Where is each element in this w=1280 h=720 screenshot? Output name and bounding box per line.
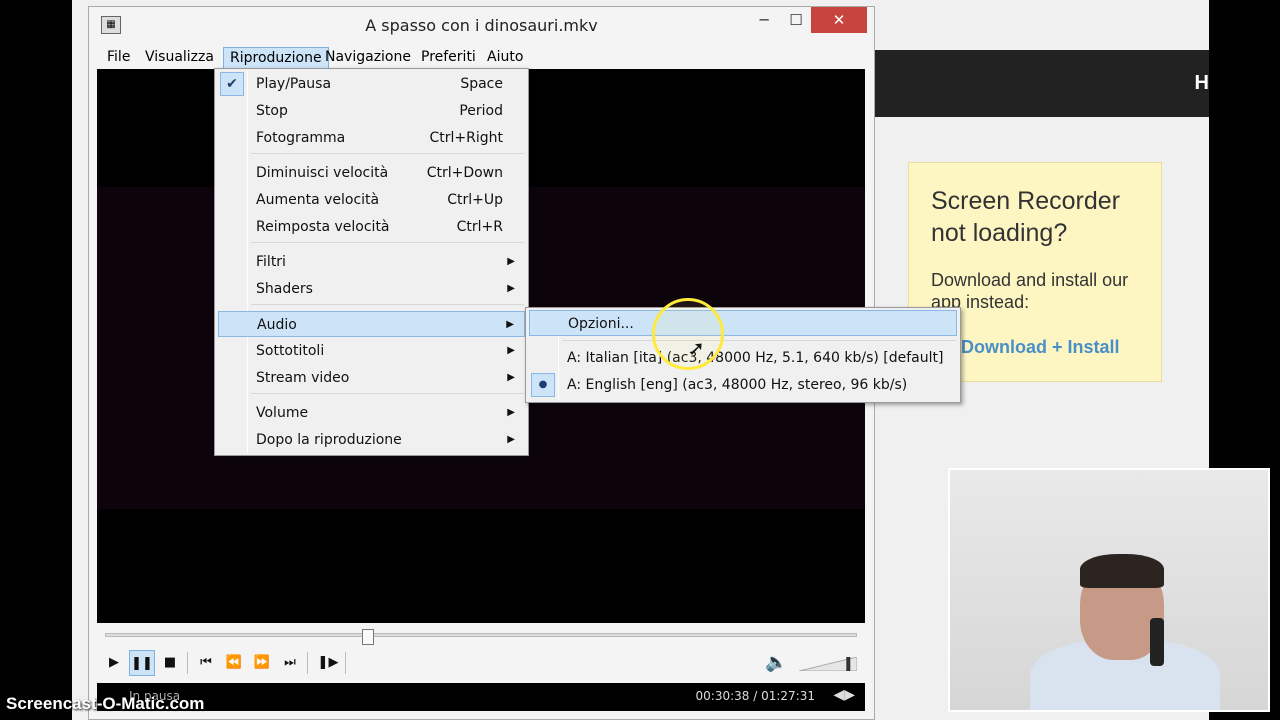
- submenu-arrow-icon: ▶: [507, 256, 515, 267]
- toolbar-divider: [345, 652, 346, 674]
- menu-item-label: Aumenta velocità: [256, 192, 380, 208]
- seek-thumb[interactable]: [362, 629, 375, 645]
- menu-item-stop[interactable]: Stop Period: [218, 98, 525, 124]
- pause-button[interactable]: ❚❚: [129, 650, 155, 676]
- play-button[interactable]: ▶: [101, 650, 127, 676]
- menu-item-label: A: Italian [ita] (ac3, 48000 Hz, 5.1, 64…: [567, 350, 944, 366]
- audio-submenu: Opzioni... A: Italian [ita] (ac3, 48000 H…: [525, 307, 961, 403]
- submenu-arrow-icon: ▶: [506, 319, 514, 330]
- menu-item-diminuisci-velocit[interactable]: Diminuisci velocità Ctrl+Down: [218, 160, 525, 186]
- phone-icon: [1150, 618, 1164, 666]
- menu-visualizza[interactable]: Visualizza: [139, 47, 220, 69]
- menu-item-filtri[interactable]: Filtri ▶: [218, 249, 525, 275]
- menu-item-label: A: English [eng] (ac3, 48000 Hz, stereo,…: [567, 377, 908, 393]
- menu-item-label: Shaders: [256, 281, 313, 297]
- mouse-pointer-icon: ➚: [688, 336, 705, 360]
- ad-download-link[interactable]: Download + Install: [961, 337, 1120, 358]
- signal-icon: ◀▶: [833, 687, 855, 703]
- menu-separator: [251, 242, 524, 243]
- menu-riproduzione[interactable]: Riproduzione: [223, 47, 329, 69]
- forward-button[interactable]: ⏩: [249, 650, 275, 676]
- menu-separator: [251, 393, 524, 394]
- time-display: 00:30:38 / 01:27:31: [695, 689, 815, 703]
- menu-item-label: Dopo la riproduzione: [256, 432, 402, 448]
- ad-title: Screen Recorder not loading?: [931, 187, 1120, 247]
- menu-item-shortcut: Ctrl+Down: [426, 165, 503, 181]
- submenu-arrow-icon: ▶: [507, 283, 515, 294]
- menu-item-fotogramma[interactable]: Fotogramma Ctrl+Right: [218, 125, 525, 151]
- menu-navigazione[interactable]: Navigazione: [319, 47, 417, 69]
- menu-item-aumenta-velocit[interactable]: Aumenta velocità Ctrl+Up: [218, 187, 525, 213]
- menu-item-audio[interactable]: Audio ▶: [218, 311, 525, 337]
- submenu-arrow-icon: ▶: [507, 372, 515, 383]
- menu-item-shortcut: Ctrl+R: [456, 219, 503, 235]
- page-header-bar: H: [860, 50, 1209, 117]
- menu-item-shortcut: Period: [459, 103, 503, 119]
- menu-separator: [251, 153, 524, 154]
- radio-bullet-icon: ●: [531, 373, 555, 397]
- previous-button[interactable]: ⏮: [193, 650, 219, 676]
- page-header-text: H: [1194, 72, 1209, 94]
- menu-file[interactable]: File: [101, 47, 136, 69]
- menu-item-label: Sottotitoli: [256, 343, 325, 359]
- toolbar-divider: [187, 652, 188, 674]
- volume-slider[interactable]: [799, 657, 857, 671]
- menu-item-label: Diminuisci velocità: [256, 165, 389, 181]
- submenu-arrow-icon: ▶: [507, 407, 515, 418]
- submenu-arrow-icon: ▶: [507, 345, 515, 356]
- menu-item-label: Play/Pausa: [256, 76, 332, 92]
- maximize-button[interactable]: ☐: [779, 7, 813, 33]
- stop-button[interactable]: ■: [157, 650, 183, 676]
- menu-item-reimposta-velocit[interactable]: Reimposta velocità Ctrl+R: [218, 214, 525, 240]
- menu-item-label: Audio: [257, 317, 297, 333]
- menu-preferiti[interactable]: Preferiti: [415, 47, 482, 69]
- menu-item-volume[interactable]: Volume ▶: [218, 400, 525, 426]
- close-button[interactable]: ✕: [811, 7, 867, 33]
- seek-bar[interactable]: [105, 633, 857, 637]
- menu-item-shortcut: Ctrl+Right: [429, 130, 503, 146]
- webcam-overlay: [948, 468, 1270, 712]
- watermark: Screencast-O-Matic.com: [6, 694, 205, 713]
- menu-item-label: Opzioni...: [568, 316, 634, 332]
- ad-text: Download and install our app instead:: [931, 270, 1129, 312]
- menu-item-shaders[interactable]: Shaders ▶: [218, 276, 525, 302]
- minimize-button[interactable]: ─: [747, 7, 781, 33]
- menu-separator: [562, 340, 956, 341]
- menu-bar: File Visualizza Riproduzione Navigazione…: [97, 45, 867, 69]
- menu-item-label: Volume: [256, 405, 309, 421]
- menu-item-shortcut: Space: [460, 76, 503, 92]
- menu-separator: [251, 304, 524, 305]
- status-bar: In pausa 00:30:38 / 01:27:31 ◀▶: [97, 683, 865, 711]
- menu-item-label: Stop: [256, 103, 288, 119]
- checkmark-icon: ✔: [220, 72, 244, 96]
- submenu-arrow-icon: ▶: [507, 434, 515, 445]
- speaker-icon[interactable]: 🔈: [765, 652, 787, 673]
- menu-item-shortcut: Ctrl+Up: [447, 192, 503, 208]
- person-hair: [1080, 554, 1164, 588]
- audio-options-item[interactable]: Opzioni...: [529, 310, 957, 336]
- riproduzione-dropdown: ✔ Play/Pausa Space Stop Period Fotogramma Ctrl…: [214, 68, 529, 456]
- menu-item-play-pausa[interactable]: ✔ Play/Pausa Space: [218, 71, 525, 97]
- rewind-button[interactable]: ⏪: [221, 650, 247, 676]
- menu-aiuto[interactable]: Aiuto: [481, 47, 529, 69]
- audio-track-item[interactable]: ● A: English [eng] (ac3, 48000 Hz, stereo…: [529, 372, 957, 398]
- audio-track-item[interactable]: A: Italian [ita] (ac3, 48000 Hz, 5.1, 64…: [529, 345, 957, 371]
- menu-item-label: Stream video: [256, 370, 350, 386]
- title-bar: ▦ A spasso con i dinosauri.mkv ─ ☐ ✕: [89, 7, 874, 45]
- menu-item-stream-video[interactable]: Stream video ▶: [218, 365, 525, 391]
- menu-item-label: Reimposta velocità: [256, 219, 390, 235]
- toolbar-divider: [307, 652, 308, 674]
- menu-item-dopo-la-riproduzione[interactable]: Dopo la riproduzione ▶: [218, 427, 525, 453]
- menu-item-sottotitoli[interactable]: Sottotitoli ▶: [218, 338, 525, 364]
- menu-item-label: Fotogramma: [256, 130, 346, 146]
- frame-step-button[interactable]: ❚▶: [315, 650, 341, 676]
- next-button[interactable]: ⏭: [277, 650, 303, 676]
- menu-item-label: Filtri: [256, 254, 286, 270]
